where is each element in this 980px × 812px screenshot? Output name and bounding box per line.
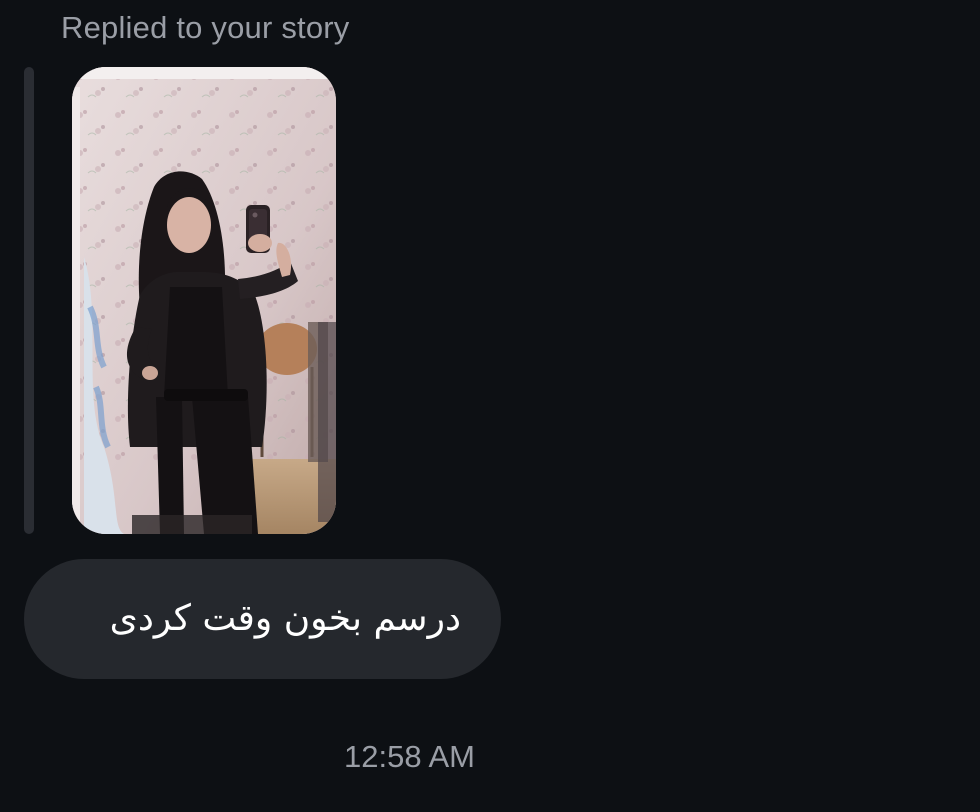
story-quote-bar	[24, 67, 34, 534]
story-thumbnail[interactable]	[72, 67, 336, 534]
replied-to-story-label: Replied to your story	[61, 10, 350, 45]
story-photo-icon	[72, 67, 336, 534]
message-text: درسم بخون وقت کردی	[109, 598, 461, 639]
message-timestamp: 12:58 AM	[344, 739, 475, 774]
